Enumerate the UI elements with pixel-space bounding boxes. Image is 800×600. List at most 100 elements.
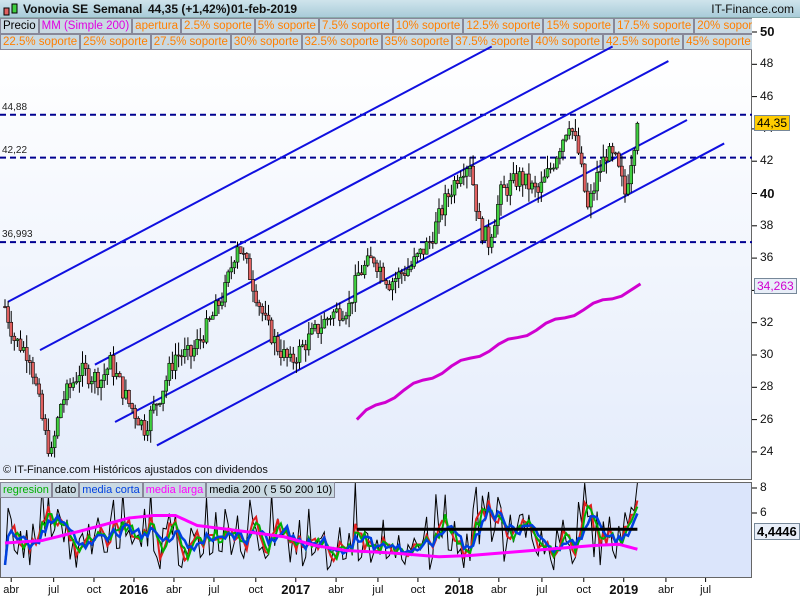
candle-body	[49, 447, 54, 454]
candle-body	[58, 404, 63, 419]
candle-body	[306, 333, 311, 351]
level-label: 44,88	[2, 101, 28, 113]
candle-body	[585, 190, 590, 208]
candle-body	[461, 175, 466, 178]
candle-body	[437, 208, 441, 223]
candle-body	[83, 362, 88, 369]
candle-body	[161, 390, 165, 404]
time-label: jul	[208, 584, 220, 596]
sub-tick-label: 6	[760, 505, 767, 519]
candle-body	[235, 246, 240, 263]
candle-body	[409, 265, 413, 270]
candle-body	[381, 266, 386, 281]
candle-body	[108, 355, 113, 370]
channel-line	[39, 45, 614, 352]
candle-body	[468, 165, 472, 170]
candle-body	[105, 368, 110, 375]
candle-body	[238, 246, 243, 254]
candle-body	[148, 409, 153, 432]
indicator-legend-item[interactable]: regresion	[0, 482, 52, 498]
candle-body	[430, 241, 435, 244]
time-label: 2017	[281, 582, 311, 597]
candle-body	[136, 418, 141, 426]
candle-body	[207, 318, 212, 320]
price-tick-label: 48	[760, 56, 774, 71]
candle-body	[285, 349, 289, 358]
candle-body	[80, 362, 85, 376]
candle-body	[272, 336, 277, 344]
candle-body	[393, 278, 398, 283]
candle-body	[232, 261, 237, 269]
candle-body	[440, 208, 444, 216]
candle-body	[567, 128, 572, 136]
candle-body	[248, 258, 252, 280]
candle-body	[204, 318, 209, 343]
candle-body	[40, 393, 45, 419]
candle-body	[124, 390, 128, 399]
price-tick-label: 36	[760, 250, 774, 265]
candle-body	[223, 282, 227, 303]
candle-body	[254, 290, 258, 304]
candle-body	[387, 284, 392, 291]
time-label: abr	[3, 584, 20, 596]
candle-body	[542, 176, 547, 183]
candle-body	[133, 408, 137, 419]
sub-tick-label: 8	[760, 480, 767, 494]
candle-body	[263, 312, 268, 316]
candle-body	[152, 403, 156, 411]
candle-body	[291, 353, 296, 363]
candle-body	[576, 135, 581, 154]
candle-body	[378, 266, 382, 272]
candle-body	[561, 139, 565, 152]
candle-body	[530, 182, 534, 190]
candle-body	[322, 319, 327, 329]
candle-body	[111, 355, 116, 377]
candle-body	[399, 271, 404, 275]
candle-body	[62, 399, 66, 405]
channel-line	[114, 119, 688, 423]
candle-body	[158, 403, 162, 405]
candle-body	[492, 225, 497, 238]
candle-body	[55, 417, 60, 437]
candle-body	[167, 362, 172, 381]
candle-body	[508, 180, 513, 196]
candle-body	[564, 134, 568, 141]
candle-body	[455, 180, 460, 184]
candle-body	[86, 368, 91, 385]
candle-body	[313, 324, 317, 329]
candle-body	[347, 302, 351, 317]
candle-body	[635, 122, 640, 151]
candle-body	[375, 262, 379, 272]
candle-body	[499, 184, 503, 205]
indicator-legend-item[interactable]: dato	[51, 482, 80, 498]
candle-body	[558, 151, 562, 159]
candle-body	[629, 165, 634, 185]
candle-body	[517, 171, 522, 187]
indicator-legend-item[interactable]: media larga	[142, 482, 207, 498]
candle-body	[288, 353, 293, 358]
candle-body	[179, 355, 184, 358]
candle-body	[486, 226, 491, 248]
candle-body	[294, 361, 299, 364]
candle-body	[434, 221, 438, 244]
candle-body	[505, 187, 510, 196]
candle-body	[539, 181, 544, 193]
candle-body	[582, 163, 587, 192]
channel-line	[156, 142, 725, 447]
indicator-legend-item[interactable]: media 200 ( 5 50 200 10)	[206, 482, 336, 498]
candle-body	[365, 255, 370, 266]
candle-body	[31, 362, 35, 378]
candle-body	[18, 338, 23, 351]
ma200-value-badge: 34,263	[754, 278, 797, 295]
candle-body	[90, 380, 94, 385]
candle-body	[477, 211, 482, 219]
candle-body	[523, 173, 528, 186]
candle-body	[489, 236, 494, 248]
candle-body	[251, 279, 255, 292]
candle-body	[130, 403, 134, 409]
candle-body	[328, 318, 333, 320]
candle-body	[344, 315, 348, 320]
candle-body	[483, 226, 488, 241]
indicator-legend-item[interactable]: media corta	[79, 482, 143, 498]
time-label: 2019	[609, 582, 639, 597]
